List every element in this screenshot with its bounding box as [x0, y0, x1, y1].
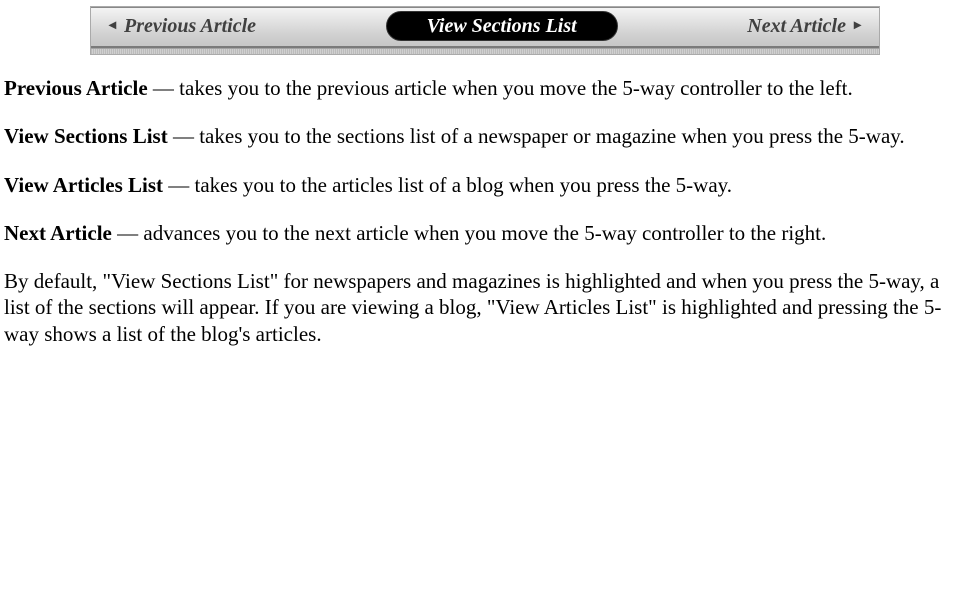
arrow-left-icon: ◂ [109, 17, 116, 35]
next-article-button[interactable]: Next Article ▸ [747, 14, 861, 39]
def-desc: takes you to the sections list of a news… [199, 124, 904, 148]
body-text: Previous Article — takes you to the prev… [0, 55, 967, 347]
def-dash: — [163, 173, 195, 197]
footer-paragraph: By default, "View Sections List" for new… [4, 268, 959, 347]
previous-article-label: Previous Article [124, 14, 256, 39]
view-sections-list-label: View Sections List [427, 15, 577, 37]
def-term: Next Article [4, 221, 112, 245]
nav-toolbar: ◂ Previous Article View Sections List Ne… [90, 6, 880, 55]
def-term: Previous Article [4, 76, 148, 100]
def-desc: takes you to the previous article when y… [179, 76, 853, 100]
definition-previous-article: Previous Article — takes you to the prev… [4, 75, 959, 101]
next-article-label: Next Article [747, 14, 846, 39]
arrow-right-icon: ▸ [854, 17, 861, 35]
def-desc: advances you to the next article when yo… [143, 221, 826, 245]
def-term: View Sections List [4, 124, 168, 148]
def-dash: — [112, 221, 144, 245]
def-desc: takes you to the articles list of a blog… [195, 173, 733, 197]
def-dash: — [148, 76, 180, 100]
def-term: View Articles List [4, 173, 163, 197]
view-sections-list-button[interactable]: View Sections List [386, 11, 618, 41]
toolbar-bottom-strip [91, 48, 879, 54]
def-dash: — [168, 124, 200, 148]
nav-toolbar-inner: ◂ Previous Article View Sections List Ne… [91, 7, 879, 48]
definition-view-sections-list: View Sections List — takes you to the se… [4, 123, 959, 149]
definition-next-article: Next Article — advances you to the next … [4, 220, 959, 246]
definition-view-articles-list: View Articles List — takes you to the ar… [4, 172, 959, 198]
previous-article-button[interactable]: ◂ Previous Article [109, 14, 256, 39]
